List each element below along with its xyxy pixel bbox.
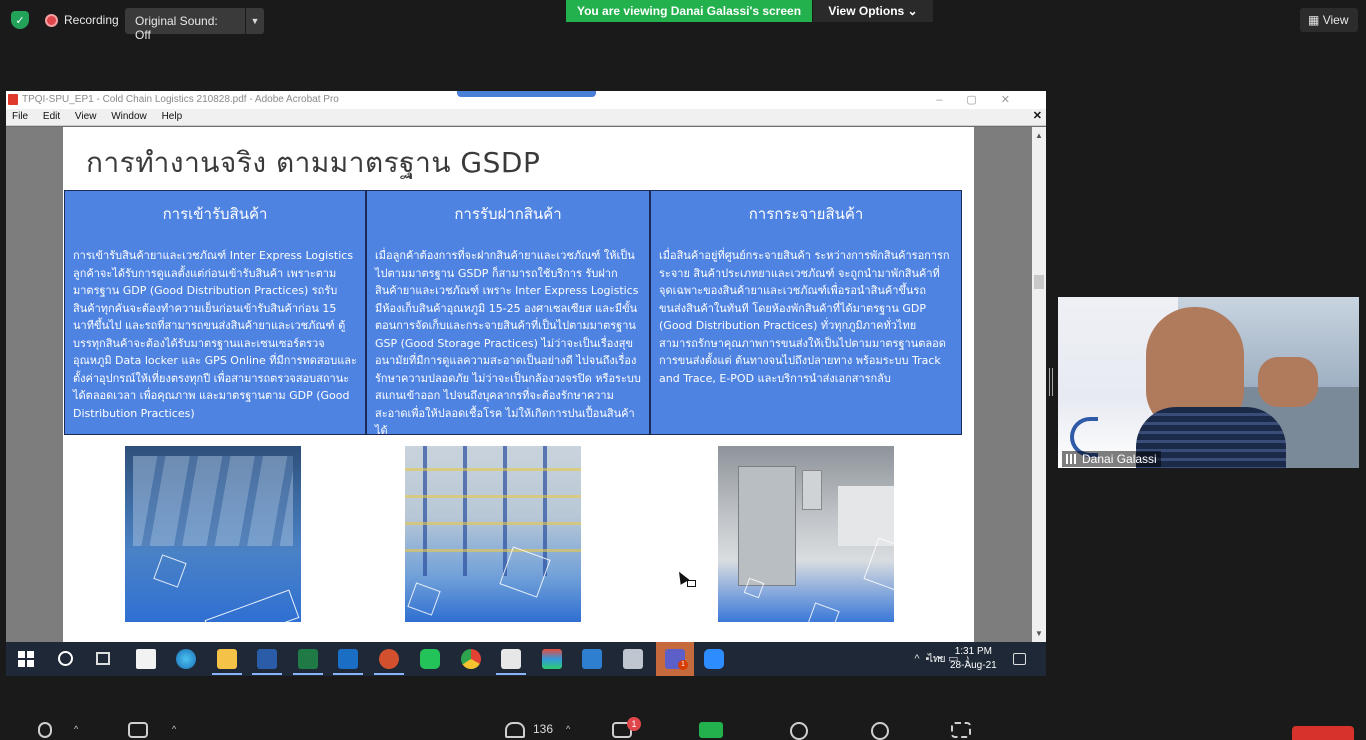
chrome-icon[interactable] (461, 649, 481, 669)
pdf-icon (8, 94, 18, 105)
active-app-indicator (496, 673, 526, 675)
outlook-icon[interactable] (338, 649, 358, 669)
signal-bars-icon (1066, 454, 1078, 464)
participant-name-tag: Danai Galassi (1062, 451, 1161, 467)
photos-icon[interactable] (582, 649, 602, 669)
participants-count: 136 (533, 722, 554, 736)
original-sound-chevron-down-icon[interactable]: ▼ (246, 8, 264, 34)
delivery-vans-photo (125, 446, 301, 622)
zoom-top-bar: ✓ Recording Original Sound: Off ▼ You ar… (0, 0, 1366, 42)
chat-badge: 1 (627, 717, 641, 731)
active-app-indicator (333, 673, 363, 675)
panel-receiving: การเข้ารับสินค้า การเข้ารับสินค้ายาและเว… (64, 190, 366, 435)
acrobat-menu-bar: File Edit View Window Help (6, 109, 1046, 126)
teams-badge: 1 (678, 660, 688, 670)
vertical-scrollbar[interactable] (1032, 127, 1046, 642)
security-shield-icon[interactable]: ✓ (11, 11, 29, 29)
notification-icon[interactable] (1013, 653, 1026, 665)
task-view-icon[interactable] (96, 652, 110, 665)
audio-chevron-up-icon[interactable]: ^ (74, 724, 78, 734)
menu-view[interactable]: View (75, 111, 97, 122)
clock-time: 1:31 PM (954, 646, 992, 657)
menu-help[interactable]: Help (162, 111, 183, 122)
video-panel-resize-handle[interactable] (1049, 368, 1053, 396)
zoom-icon[interactable] (704, 649, 724, 669)
windows-start-icon[interactable] (18, 651, 34, 667)
file-explorer-icon[interactable] (217, 649, 237, 669)
mute-microphone-icon[interactable] (38, 722, 52, 738)
active-app-indicator (293, 673, 323, 675)
acrobat-icon[interactable] (501, 649, 521, 669)
reactions-icon[interactable] (871, 722, 889, 740)
active-app-indicator (212, 673, 242, 675)
taskbar-clock[interactable]: 1:31 PM 28-Aug-21 (950, 645, 997, 673)
books-icon[interactable] (542, 649, 562, 669)
powerpoint-icon[interactable] (379, 649, 399, 669)
zoom-bottom-toolbar: ^ ^ 136 ^ 1 (0, 708, 1366, 740)
scroll-up-icon[interactable]: ▲ (1035, 131, 1043, 140)
excel-icon[interactable] (298, 649, 318, 669)
record-icon[interactable] (790, 722, 808, 740)
panel-heading: การเข้ารับสินค้า (162, 205, 268, 223)
view-button[interactable]: ▦ View (1300, 8, 1358, 32)
participants-chevron-up-icon[interactable]: ^ (566, 724, 570, 734)
cold-room-photo (718, 446, 894, 622)
share-toolbar-tab[interactable] (457, 91, 596, 97)
stop-video-icon[interactable] (128, 722, 148, 738)
panel-heading: การกระจายสินค้า (748, 205, 864, 223)
pdf-slide: การทำงานจริง ตามมาตรฐาน GSDP การเข้ารับส… (63, 127, 974, 642)
participant-video[interactable]: Danai Galassi (1058, 297, 1359, 468)
acrobat-window-title: TPQI-SPU_EP1 - Cold Chain Logistics 2108… (22, 94, 339, 105)
viewing-screen-banner: You are viewing Danai Galassi's screen (566, 0, 812, 22)
apps-icon[interactable] (951, 722, 971, 738)
search-icon[interactable] (58, 651, 73, 666)
slide-title: การทำงานจริง ตามมาตรฐาน GSDP (86, 146, 541, 179)
panel-heading: การรับฝากสินค้า (454, 205, 562, 223)
recording-icon (45, 14, 58, 27)
grid-icon: ▦ (1308, 13, 1320, 27)
original-sound-button[interactable]: Original Sound: Off (125, 8, 245, 42)
line-icon[interactable] (420, 649, 440, 669)
menu-file[interactable]: File (12, 111, 28, 122)
store-icon[interactable] (136, 649, 156, 669)
share-screen-button[interactable] (699, 722, 723, 738)
active-app-indicator (374, 673, 404, 675)
warehouse-racks-photo (405, 446, 581, 622)
view-options-label: View Options (828, 4, 905, 18)
clock-date: 28-Aug-21 (950, 660, 997, 671)
active-app-indicator (252, 673, 282, 675)
close-icon[interactable]: ✕ (1033, 109, 1042, 122)
scroll-thumb[interactable] (1034, 275, 1044, 289)
view-button-label: View (1322, 13, 1349, 27)
panel-body: เมื่อลูกค้าต้องการที่จะฝากสินค้ายาและเวช… (375, 249, 641, 437)
cursor-box-icon (687, 580, 696, 587)
participant-name: Danai Galassi (1082, 452, 1157, 466)
panel-body: เมื่อสินค้าอยู่ที่ศูนย์กระจายสินค้า ระหว… (659, 249, 950, 385)
panel-body: การเข้ารับสินค้ายาและเวชภัณฑ์ Inter Expr… (73, 249, 357, 420)
language-indicator[interactable]: ไทย (928, 652, 945, 667)
panel-distribution: การกระจายสินค้า เมื่อสินค้าอยู่ที่ศูนย์ก… (650, 190, 962, 435)
edge-icon[interactable] (176, 649, 196, 669)
remote-desktop-icon[interactable] (623, 649, 643, 669)
view-options-button[interactable]: View Options ⌄ (813, 0, 933, 22)
panel-storage: การรับฝากสินค้า เมื่อลูกค้าต้องการที่จะฝ… (366, 190, 650, 437)
shared-screen: TPQI-SPU_EP1 - Cold Chain Logistics 2108… (6, 91, 1046, 676)
menu-edit[interactable]: Edit (43, 111, 60, 122)
scroll-down-icon[interactable]: ▼ (1035, 629, 1043, 638)
video-chevron-up-icon[interactable]: ^ (172, 724, 176, 734)
windows-taskbar: 1 ^▪◔▭♪ ไทย 1:31 PM 28-Aug-21 (6, 642, 1046, 676)
word-icon[interactable] (257, 649, 277, 669)
window-controls[interactable]: –▢✕ (936, 93, 1034, 106)
participants-icon[interactable] (505, 722, 525, 738)
participant-hands (1258, 357, 1318, 407)
menu-window[interactable]: Window (111, 111, 147, 122)
recording-label[interactable]: Recording (64, 13, 119, 27)
